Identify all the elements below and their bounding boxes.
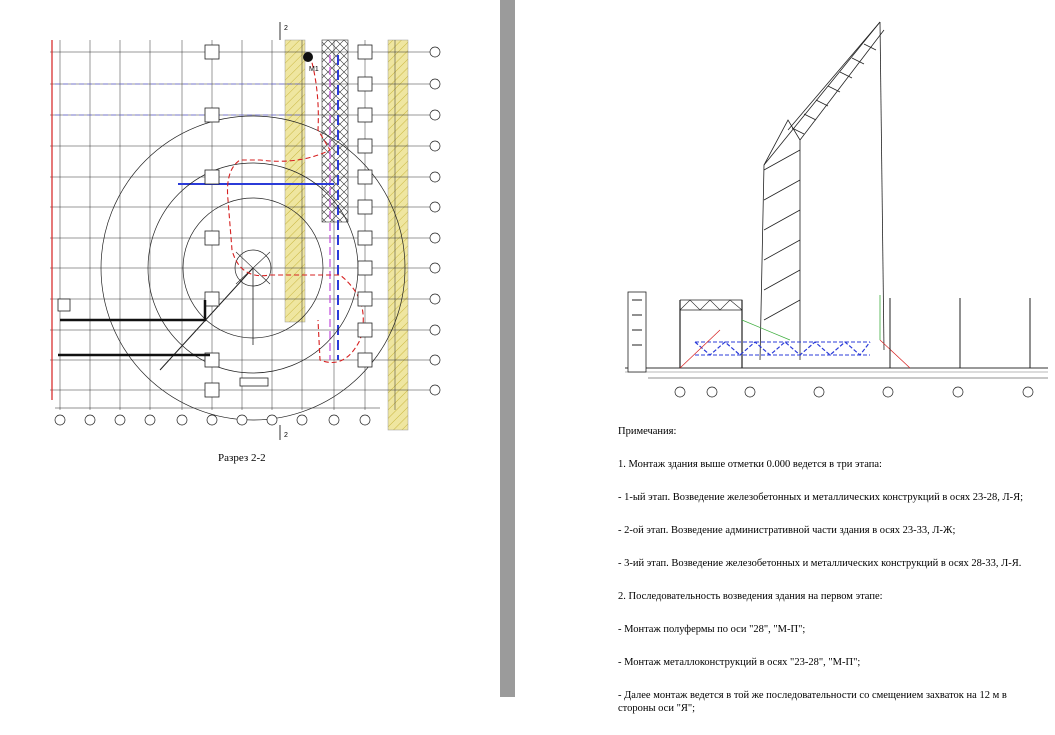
- axis-bubbles-right: [429, 46, 441, 396]
- note-paragraph: 2. Последовательность возведения здания …: [618, 591, 883, 602]
- section-axis-bubbles: [674, 386, 1034, 398]
- site-plan-drawing: М1 2 2: [50, 22, 441, 440]
- section-caption: Разрез 2-2: [218, 452, 266, 464]
- note-paragraph: 1. Монтаж здания выше отметки 0.000 веде…: [618, 459, 882, 470]
- crane-mast: [759, 119, 801, 361]
- crosshatch-zone: [321, 39, 349, 223]
- hatched-zone-2: [387, 39, 409, 431]
- crane-symbol-icon: [303, 52, 313, 62]
- note-paragraph: - 1-ый этап. Возведение железобетонных и…: [618, 492, 1024, 503]
- note-paragraph: - 3-ий этап. Возведение железобетонных и…: [618, 558, 1022, 569]
- right-page: Примечания: 1. Монтаж здания выше отметк…: [515, 0, 1055, 714]
- note-paragraph: - Монтаж металлоконструкций в осях "23-2…: [618, 657, 861, 668]
- note-paragraph: - 2-ой этап. Возведение административной…: [618, 525, 956, 536]
- crane-section-drawing: [625, 21, 1048, 398]
- note-paragraph: - Монтаж полуфермы по оси "28", "М-П";: [618, 624, 806, 635]
- notes-block: Примечания: 1. Монтаж здания выше отметк…: [618, 425, 1043, 735]
- page-gutter: [500, 0, 515, 697]
- crane-boom: [763, 21, 885, 351]
- note-paragraph: - Далее монтаж ведется в той же последов…: [618, 690, 1007, 714]
- axis-bubbles-bottom: [54, 414, 371, 426]
- section-marker-bottom: 2: [284, 432, 288, 439]
- section-marker-top: 2: [284, 25, 288, 32]
- crane-label: М1: [309, 66, 319, 73]
- blue-truss: [694, 341, 871, 356]
- left-page: М1 2 2 Разрез 2-2: [0, 0, 500, 697]
- notes-title: Примечания:: [618, 426, 677, 437]
